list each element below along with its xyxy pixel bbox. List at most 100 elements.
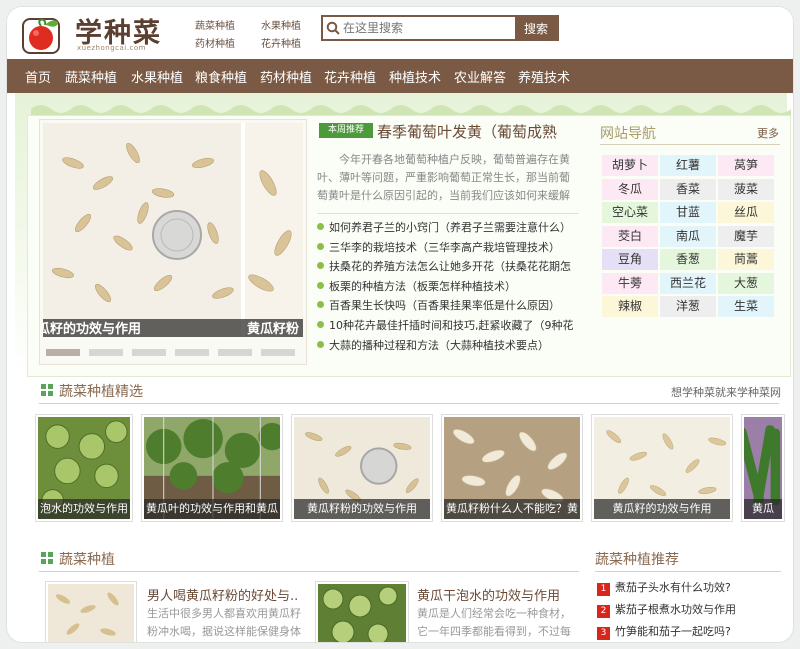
list-item[interactable]: 百香果生长快吗（百香果挂果率低是什么原因） [317, 297, 579, 317]
search-bar: 搜索 [321, 15, 559, 41]
article-title[interactable]: 男人喝黄瓜籽粉的好处与... [147, 585, 297, 604]
article-title[interactable]: 黄瓜干泡水的功效与作用 [417, 585, 577, 604]
site-nav-tag[interactable]: 茼蒿 [718, 249, 774, 270]
site-nav-tag[interactable]: 茭白 [602, 225, 658, 247]
list-item[interactable]: 大蒜的播种过程和方法（大蒜种植技术要点） [317, 337, 579, 357]
nav-flower[interactable]: 花卉种植 [324, 67, 376, 86]
rank-badge: 3 [597, 627, 610, 640]
nav-herb[interactable]: 药材种植 [260, 67, 312, 86]
site-nav-tag[interactable]: 南瓜 [660, 225, 716, 247]
featured-thumb[interactable]: 黄瓜叶的功效与作用和黄瓜 [141, 414, 283, 522]
list-item[interactable]: 扶桑花的养殖方法怎么让她多开花（扶桑花花期怎 [317, 258, 579, 278]
site-nav-tag[interactable]: 胡萝卜 [602, 155, 658, 176]
quick-link-flower[interactable]: 花卉种植 [261, 35, 301, 50]
site-nav-tag[interactable]: 冬瓜 [602, 178, 658, 200]
divider [595, 571, 781, 572]
divider [600, 144, 780, 145]
site-nav-tag[interactable]: 生菜 [718, 296, 774, 317]
list-item[interactable]: 三华李的栽培技术（三华李高产栽培管理技术） [317, 239, 579, 259]
divider [39, 403, 779, 404]
article-desc: 黄瓜是人们经常会吃一种食材，它一年四季都能看得到，不过每 [417, 607, 571, 638]
site-nav-tag[interactable]: 莴笋 [718, 155, 774, 176]
list-item[interactable]: 2 紫茄子根煮水功效与作用 [597, 601, 736, 618]
list-item[interactable]: 3 竹笋能和茄子一起吃吗? [597, 623, 731, 640]
site-nav-title: 网站导航 [600, 126, 656, 142]
bullet-icon [317, 242, 324, 250]
slide-image[interactable]: 瓜籽的功效与作用 黄瓜籽粉 [43, 123, 303, 337]
site-nav-tag[interactable]: 香菜 [660, 178, 716, 200]
slogan-text: 想学种菜就来学种菜网 [671, 386, 781, 399]
thumb-caption: 黄瓜叶的功效与作用和黄瓜 [144, 499, 280, 519]
featured-thumb[interactable]: 黄瓜籽粉什么人不能吃？黄 [441, 414, 583, 522]
veg-rec-title: 蔬菜种植推荐 [595, 552, 679, 568]
site-nav-tag[interactable]: 魔芋 [718, 225, 774, 247]
featured-thumb[interactable]: 黄瓜籽粉的功效与作用 [291, 414, 433, 522]
article-thumb[interactable] [315, 581, 409, 642]
site-url-text: xuezhongcai.com [77, 44, 146, 52]
search-button[interactable]: 搜索 [515, 17, 557, 39]
grid-icon [41, 552, 53, 564]
divider [39, 571, 579, 572]
bullet-icon [317, 340, 324, 348]
slide-caption[interactable]: 瓜籽的功效与作用 黄瓜籽粉 [43, 319, 303, 337]
slider-dot[interactable] [218, 349, 252, 356]
weekly-pick-badge: 本周推荐 [319, 123, 373, 138]
featured-section-title: 蔬菜种植精选 [59, 384, 143, 400]
quick-link-vegetable[interactable]: 蔬菜种植 [195, 17, 235, 32]
nav-vegetable[interactable]: 蔬菜种植 [65, 67, 117, 86]
list-item[interactable]: 如何养君子兰的小窍门（养君子兰需要注意什么） [317, 219, 579, 239]
list-item[interactable]: 1 煮茄子头水有什么功效? [597, 579, 731, 596]
search-icon [326, 21, 340, 35]
list-item[interactable]: 板栗的种植方法（板栗怎样种植技术） [317, 278, 579, 298]
site-nav-tag[interactable]: 辣椒 [602, 296, 658, 317]
slider-dot[interactable] [132, 349, 166, 356]
slider-dot[interactable] [261, 349, 295, 356]
slider-dot[interactable] [89, 349, 123, 356]
thumb-caption: 泡水的功效与作用 [38, 499, 130, 519]
quick-link-herb[interactable]: 药材种植 [195, 35, 235, 50]
main-nav: 首页 蔬菜种植 水果种植 粮食种植 药材种植 花卉种植 种植技术 农业解答 养殖… [7, 59, 793, 93]
article-thumb[interactable] [45, 581, 137, 642]
browser-frame: 学种菜 xuezhongcai.com 蔬菜种植 水果种植 药材种植 花卉种植 … [6, 6, 794, 643]
recommend-desc: 今年开春各地葡萄种植户反映，葡萄普遍存在黄叶、薄叶等问题，严重影响葡萄正常生长，… [317, 153, 570, 202]
featured-thumb[interactable]: 黄瓜籽的功效与作用 [591, 414, 733, 522]
image-slider[interactable]: 瓜籽的功效与作用 黄瓜籽粉 [39, 119, 307, 365]
site-nav-tag[interactable]: 西兰花 [660, 272, 716, 294]
nav-home[interactable]: 首页 [25, 67, 51, 86]
veg-section-title: 蔬菜种植 [59, 552, 115, 568]
nav-qa[interactable]: 农业解答 [454, 67, 506, 86]
featured-thumb[interactable]: 黄瓜 [741, 414, 785, 522]
search-input[interactable] [343, 17, 493, 39]
site-nav-tag[interactable]: 甘蓝 [660, 202, 716, 223]
site-nav-tag[interactable]: 牛蒡 [602, 272, 658, 294]
nav-fruit[interactable]: 水果种植 [131, 67, 183, 86]
site-nav-tag[interactable]: 豆角 [602, 249, 658, 270]
site-nav-tag[interactable]: 洋葱 [660, 296, 716, 317]
recommend-list: 如何养君子兰的小窍门（养君子兰需要注意什么） 三华李的栽培技术（三华李高产栽培管… [317, 219, 579, 356]
site-nav-more-link[interactable]: 更多 [757, 125, 779, 141]
nav-grain[interactable]: 粮食种植 [195, 67, 247, 86]
site-nav-tag[interactable]: 大葱 [718, 272, 774, 294]
list-item[interactable]: 10种花卉最佳扦插时间和技巧,赶紧收藏了（9种花 [317, 317, 579, 337]
featured-thumb[interactable]: 泡水的功效与作用 [35, 414, 133, 522]
site-nav-tag[interactable]: 空心菜 [602, 202, 658, 223]
logo-icon[interactable] [21, 13, 69, 57]
bullet-icon [317, 281, 324, 289]
slider-dot[interactable] [175, 349, 209, 356]
nav-breeding[interactable]: 养殖技术 [518, 67, 570, 86]
bullet-icon [317, 223, 324, 230]
site-nav-tag[interactable]: 菠菜 [718, 178, 774, 200]
slider-dot[interactable] [46, 349, 80, 356]
site-nav-tag[interactable]: 丝瓜 [718, 202, 774, 223]
site-nav-tag[interactable]: 香葱 [660, 249, 716, 270]
bullet-icon [317, 301, 324, 309]
rank-badge: 2 [597, 605, 610, 618]
thumb-caption: 黄瓜籽的功效与作用 [594, 499, 730, 519]
slide-caption-2: 黄瓜籽粉 [247, 322, 300, 337]
divider [317, 213, 579, 214]
site-nav-tag[interactable]: 红薯 [660, 155, 716, 176]
rank-badge: 1 [597, 583, 610, 596]
nav-tech[interactable]: 种植技术 [389, 67, 441, 86]
quick-link-fruit[interactable]: 水果种植 [261, 17, 301, 32]
recommend-title[interactable]: 春季葡萄叶发黄（葡萄成熟 [377, 121, 577, 142]
